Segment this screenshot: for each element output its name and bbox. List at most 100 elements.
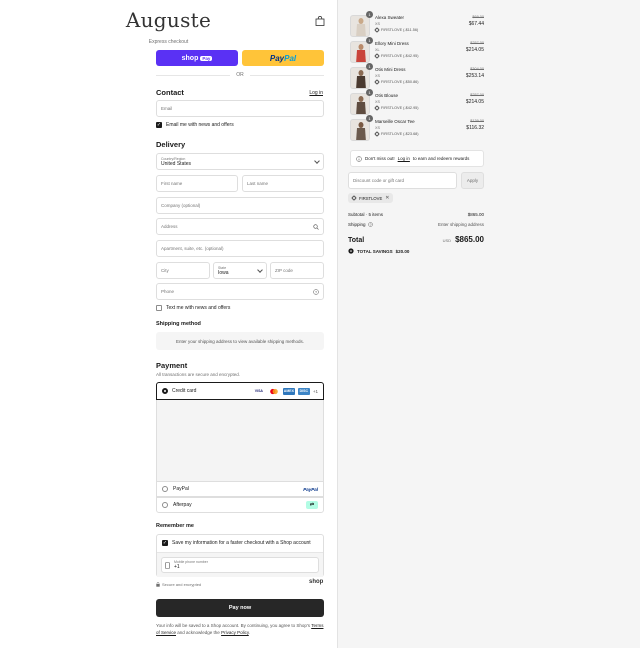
city-placeholder: City	[161, 268, 169, 273]
item-size: XS	[375, 22, 381, 26]
product-thumbnail	[350, 67, 370, 89]
first-name-placeholder: First name	[161, 181, 183, 186]
paypal-option[interactable]: PayPal PayPal	[156, 481, 324, 497]
item-price: $67.44	[468, 21, 484, 27]
privacy-link[interactable]: Privacy Policy	[221, 630, 249, 635]
item-price: $253.14	[465, 73, 484, 79]
shipping-label: Shipping	[348, 222, 366, 227]
paypal-button[interactable]: Pay Pal	[242, 50, 324, 66]
apply-button[interactable]: Apply	[461, 172, 484, 189]
email-news-label: Email me with news and offers	[166, 122, 234, 128]
afterpay-option[interactable]: Afterpay ⇄	[156, 497, 324, 513]
product-thumbnail	[350, 93, 370, 115]
credit-card-option[interactable]: Credit card VISA AMEX DISC +1	[156, 382, 324, 400]
shopping-bag-icon[interactable]	[315, 16, 325, 26]
login-link[interactable]: Log in	[309, 90, 323, 96]
discount-code-input[interactable]: Discount code or gift card	[348, 172, 457, 189]
phone-field[interactable]: Phone ?	[156, 283, 324, 300]
address-placeholder: Address	[161, 224, 178, 229]
secure-label: Secure and encrypted	[162, 582, 202, 587]
item-discount-text: FIRSTLOVE (-$23.68)	[381, 132, 419, 136]
discount-placeholder: Discount code or gift card	[353, 178, 405, 183]
legal-end: .	[248, 630, 251, 635]
quantity-badge: 1	[366, 63, 373, 70]
save-info-checkbox-row[interactable]: ✓ Save my information for a faster check…	[162, 540, 311, 546]
item-discount: FIRSTLOVE (-$11.56)	[374, 27, 419, 33]
help-icon[interactable]: ?	[367, 222, 373, 227]
quantity-badge: 1	[366, 115, 373, 122]
savings-tag-icon	[348, 248, 354, 254]
mobile-phone-field[interactable]: Mobile phone number +1	[161, 557, 319, 573]
email-placeholder: Email	[161, 106, 173, 111]
last-name-placeholder: Last name	[247, 181, 269, 186]
email-news-checkbox[interactable]: ✓	[156, 122, 162, 128]
tag-icon	[374, 53, 380, 59]
item-price: $116.32	[466, 125, 484, 131]
shipping-row: Shipping ? Enter shipping address	[348, 222, 484, 227]
address-field[interactable]: Address	[156, 218, 324, 235]
item-discount-text: FIRSTLOVE (-$42.95)	[381, 54, 419, 58]
tag-icon	[374, 79, 380, 85]
paypal-radio[interactable]	[162, 486, 168, 492]
credit-card-label: Credit card	[172, 388, 197, 394]
item-discount-text: FIRSTLOVE (-$50.86)	[381, 80, 419, 84]
svg-text:?: ?	[369, 223, 371, 227]
save-info-checkbox[interactable]: ✓	[162, 540, 168, 546]
remember-phone-area: Mobile phone number +1	[157, 552, 323, 577]
first-name-field[interactable]: First name	[156, 175, 238, 192]
afterpay-radio[interactable]	[162, 502, 168, 508]
remove-discount-icon[interactable]: ✕	[385, 195, 389, 201]
shop-logo: shop	[309, 579, 324, 585]
total-value: $865.00	[455, 235, 484, 244]
quantity-badge: 1	[366, 37, 373, 44]
phone-placeholder: Phone	[161, 289, 175, 294]
product-thumbnail	[350, 15, 370, 37]
quantity-badge: 1	[366, 89, 373, 96]
text-news-label: Text me with news and offers	[166, 305, 231, 311]
email-news-checkbox-row[interactable]: ✓ Email me with news and offers	[156, 122, 234, 128]
cart-item: 1 Otis Blouse XS FIRSTLOVE (-$42.95) $25…	[350, 89, 484, 115]
text-news-checkbox-row[interactable]: Text me with news and offers	[156, 305, 230, 311]
item-discount: FIRSTLOVE (-$23.68)	[374, 131, 419, 137]
rewards-login-link[interactable]: Log in	[398, 156, 410, 161]
help-icon[interactable]: ?	[313, 288, 319, 295]
item-name: Marseille Oscar Tee	[375, 119, 415, 124]
item-old-price: $257.00	[470, 41, 484, 45]
item-old-price: $139.00	[470, 119, 484, 123]
item-discount-text: FIRSTLOVE (-$11.56)	[381, 28, 419, 32]
secure-row: Secure and encrypted	[156, 582, 201, 587]
applied-code: FIRSTLOVE	[359, 195, 383, 201]
city-field[interactable]: City	[156, 262, 210, 279]
tag-icon	[374, 105, 380, 111]
last-name-field[interactable]: Last name	[242, 175, 324, 192]
total-row: Total USD $865.00	[348, 235, 484, 244]
brand-logo[interactable]: Auguste	[0, 8, 337, 32]
company-field[interactable]: Company (optional)	[156, 197, 324, 214]
paypal-word-2: Pal	[284, 53, 297, 63]
pay-now-button[interactable]: Pay now	[156, 599, 324, 617]
cart-item: 1 Marseille Oscar Tee XS FIRSTLOVE (-$23…	[350, 115, 484, 141]
subtotal-label: Subtotal · 5 items	[348, 212, 384, 217]
text-news-checkbox[interactable]	[156, 305, 162, 311]
shop-pay-button[interactable]: shop Pay	[156, 50, 238, 66]
item-size: XS	[375, 126, 381, 130]
rewards-text-pre: Don't miss out!	[365, 156, 395, 161]
applied-discount-chip: FIRSTLOVE ✕	[348, 193, 394, 203]
delivery-title: Delivery	[156, 140, 186, 149]
item-name: Ellory Mini Dress	[375, 41, 409, 46]
remember-box: ✓ Save my information for a faster check…	[156, 534, 324, 577]
lock-icon	[156, 582, 160, 587]
zip-field[interactable]: ZIP code	[270, 262, 324, 279]
item-discount-text: FIRSTLOVE (-$42.95)	[381, 106, 419, 110]
state-select[interactable]: State Iowa	[213, 262, 267, 279]
item-old-price: $257.00	[470, 93, 484, 97]
shipping-value: Enter shipping address	[437, 222, 484, 227]
email-field[interactable]: Email	[156, 100, 324, 117]
mastercard-icon	[268, 388, 280, 395]
apartment-field[interactable]: Apartment, suite, etc. (optional)	[156, 240, 324, 257]
country-select[interactable]: Country/Region United States	[156, 153, 324, 170]
item-discount: FIRSTLOVE (-$50.86)	[374, 79, 419, 85]
credit-card-radio[interactable]	[162, 388, 168, 394]
zip-placeholder: ZIP code	[275, 268, 293, 273]
item-size: XS	[375, 74, 381, 78]
